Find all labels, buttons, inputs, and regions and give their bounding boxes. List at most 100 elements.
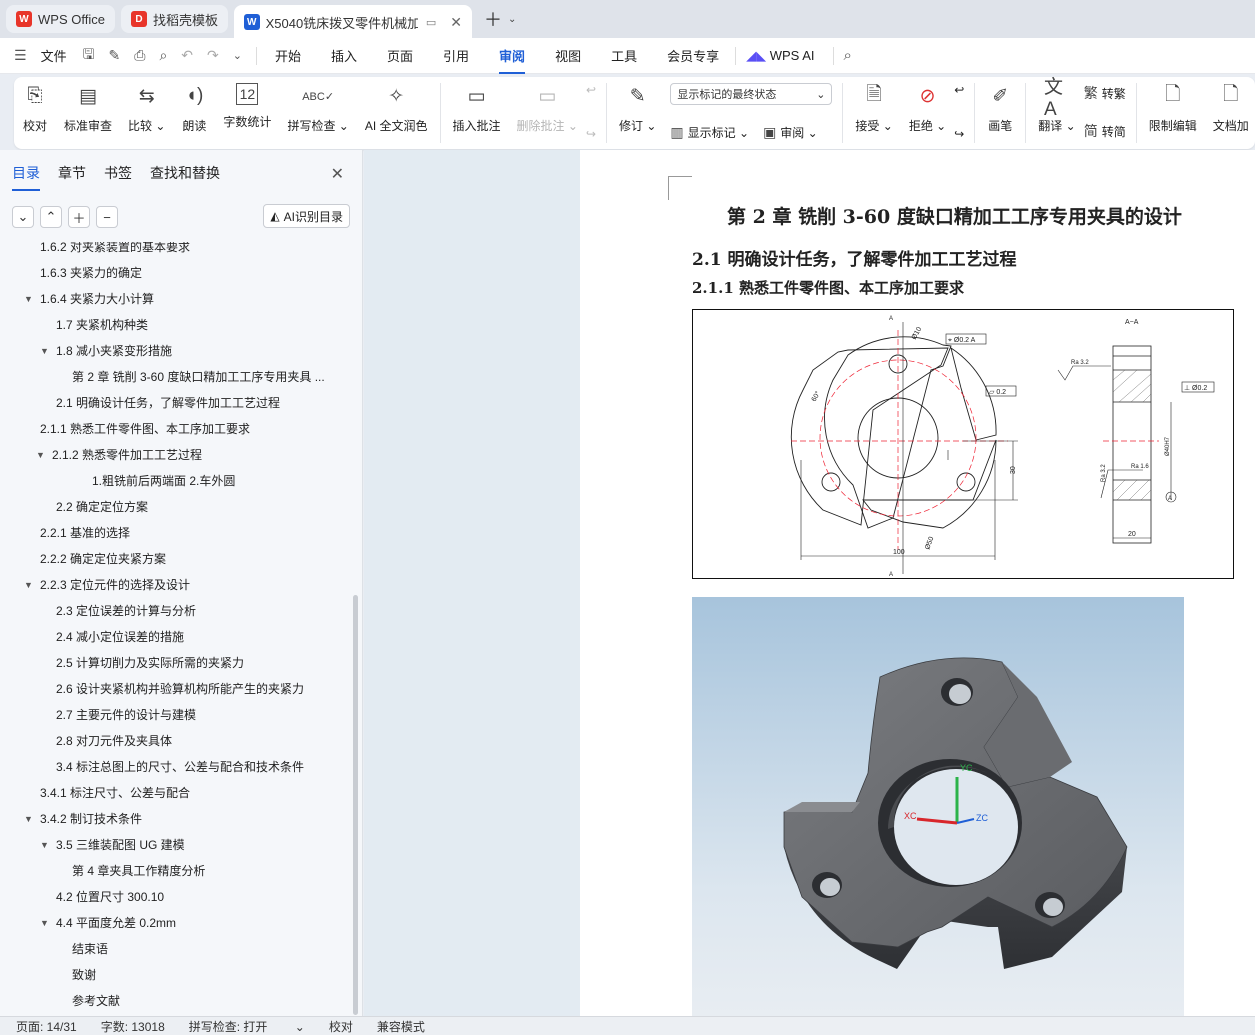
reject-button[interactable]: ⊘ 拒绝 ⌄ — [909, 83, 946, 134]
menu-insert[interactable]: 插入 — [331, 46, 357, 65]
toc-item[interactable]: 3.4.1 标注尺寸、公差与配合 — [0, 780, 352, 806]
toc-item[interactable]: 参考文献 — [0, 988, 352, 1014]
tab-bookmarks[interactable]: 书签 — [104, 163, 132, 183]
to-traditional-button[interactable]: 繁转繁 — [1084, 83, 1126, 103]
remove-heading-icon[interactable]: − — [96, 206, 118, 228]
toc-expand-arrow-icon[interactable]: ▼ — [40, 910, 49, 936]
menu-member[interactable]: 会员专享 — [667, 46, 719, 65]
toc-item[interactable]: ▼ 3.5 三维装配图 UG 建模 — [0, 832, 352, 858]
restrict-edit-button[interactable]: 🗋 限制编辑 — [1149, 83, 1197, 134]
quick-access-chevron-icon[interactable]: ⌄ — [233, 49, 242, 62]
toc-expand-arrow-icon[interactable]: ▼ — [40, 832, 49, 858]
delete-comment-button[interactable]: ▭ 删除批注 ⌄ — [517, 83, 578, 134]
toc-item[interactable]: 1.7 夹紧机构种类 — [0, 312, 352, 338]
tab-toc[interactable]: 目录 — [12, 163, 40, 191]
toc-item[interactable]: ▼ 2.1.2 熟悉零件加工工艺过程 — [0, 442, 352, 468]
toc-item[interactable]: ▼ 1.8 减小夹紧变形措施 — [0, 338, 352, 364]
toc-item[interactable]: 2.2.1 基准的选择 — [0, 520, 352, 546]
menu-review[interactable]: 审阅 — [499, 46, 526, 74]
expand-up-icon[interactable]: ⌃ — [40, 206, 62, 228]
tab-templates[interactable]: D 找稻壳模板 — [120, 5, 228, 33]
toc-item[interactable]: ▼ 3.4.2 制订技术条件 — [0, 806, 352, 832]
page-indicator[interactable]: 页面: 14/31 — [16, 1018, 77, 1035]
toc-item[interactable]: ▼ 2.2.3 定位元件的选择及设计 — [0, 572, 352, 598]
toc-item[interactable]: 2.7 主要元件的设计与建模 — [0, 702, 352, 728]
review-pane-button[interactable]: ▣ 审阅 ⌄ — [763, 124, 818, 141]
word-count-button[interactable]: 12 字数统计 — [223, 83, 271, 130]
tab-wps-office[interactable]: W WPS Office — [6, 5, 115, 33]
toc-expand-arrow-icon[interactable]: ▼ — [24, 806, 33, 832]
part-drawing[interactable]: A A Ø10 ⌖ Ø0.2 A ▱ 0.2 60° 100 30 Ø50 A−… — [692, 309, 1234, 579]
toc-expand-arrow-icon[interactable]: ▼ — [40, 338, 49, 364]
save-icon[interactable]: 🖫 — [83, 44, 95, 68]
menu-tools[interactable]: 工具 — [611, 46, 637, 65]
proofread-button[interactable]: ⎘ 校对 — [22, 83, 48, 134]
markup-state-select[interactable]: 显示标记的最终状态 ⌄ — [670, 83, 833, 105]
toc-item[interactable]: 3.4 标注总图上的尺寸、公差与配合和技术条件 — [0, 754, 352, 780]
toc-item[interactable]: 致谢 — [0, 962, 352, 988]
next-comment-icon[interactable]: ↪ — [586, 127, 596, 141]
toc-item[interactable]: 2.8 对刀元件及夹具体 — [0, 728, 352, 754]
chapter-heading[interactable]: 第 2 章 铣削 3-60 度缺口精加工工序专用夹具的设计 — [727, 202, 1182, 229]
tab-chapters[interactable]: 章节 — [58, 163, 86, 183]
previous-comment-icon[interactable]: ↩ — [586, 83, 596, 97]
toc-expand-arrow-icon[interactable]: ▼ — [36, 442, 45, 468]
menu-view[interactable]: 视图 — [555, 46, 581, 65]
part-3d-render[interactable]: YC XC ZC — [692, 597, 1184, 1016]
toc-item[interactable]: 4.2 位置尺寸 300.10 — [0, 884, 352, 910]
toc-item[interactable]: 1.粗铣前后两端面 2.车外圆 — [0, 468, 352, 494]
close-panel-icon[interactable]: ✕ — [331, 164, 344, 184]
proofread-status[interactable]: 校对 — [329, 1018, 353, 1035]
to-simplified-button[interactable]: 简转简 — [1084, 121, 1126, 141]
menu-home[interactable]: 开始 — [275, 46, 301, 65]
show-markup-button[interactable]: ▥ 显示标记 ⌄ — [670, 124, 749, 141]
document-encrypt-button[interactable]: 🗋 文档加 — [1213, 83, 1249, 134]
tab-document[interactable]: W X5040铣床拨叉零件机械加工 ▭ ✕ — [233, 5, 472, 39]
redo-icon[interactable]: ↷ — [207, 47, 219, 64]
word-count[interactable]: 字数: 13018 — [101, 1018, 165, 1035]
toc-item[interactable]: 1.6.2 对夹紧装置的基本要求 — [0, 242, 352, 260]
next-change-icon[interactable]: ↪ — [954, 127, 964, 141]
menu-file[interactable]: 文件 — [41, 46, 67, 65]
tab-list-chevron-icon[interactable]: ⌄ — [508, 14, 516, 25]
menu-wps-ai[interactable]: ◢◣ WPS AI — [746, 48, 814, 64]
toc-item[interactable]: 2.2 确定定位方案 — [0, 494, 352, 520]
pen-button[interactable]: ✐ 画笔 — [987, 83, 1013, 134]
toc-item[interactable]: 2.5 计算切削力及实际所需的夹紧力 — [0, 650, 352, 676]
undo-icon[interactable]: ↶ — [181, 47, 193, 64]
ai-polish-button[interactable]: ✧ AI 全文润色 — [365, 83, 428, 134]
format-painter-icon[interactable]: ✎ — [109, 47, 121, 64]
toc-item[interactable]: 2.1.1 熟悉工件零件图、本工序加工要求 — [0, 416, 352, 442]
print-icon[interactable]: ⎙ — [134, 47, 145, 64]
spell-check-status[interactable]: 拼写检查: 打开 ⌄ — [189, 1018, 305, 1035]
close-tab-icon[interactable]: ✕ — [450, 14, 462, 31]
toc-item[interactable]: 2.6 设计夹紧机构并验算机构所能产生的夹紧力 — [0, 676, 352, 702]
compare-button[interactable]: ⇆ 比较 ⌄ — [128, 83, 165, 134]
previous-change-icon[interactable]: ↩ — [954, 83, 964, 97]
toc-item[interactable]: ▼ 1.6.4 夹紧力大小计算 — [0, 286, 352, 312]
monitor-icon[interactable]: ▭ — [426, 16, 436, 29]
track-changes-button[interactable]: ✎ 修订 ⌄ — [619, 83, 656, 134]
toc-item[interactable]: 2.1 明确设计任务，了解零件加工工艺过程 — [0, 390, 352, 416]
read-aloud-button[interactable]: ◖) 朗读 — [181, 83, 207, 134]
add-heading-icon[interactable]: ＋ — [68, 206, 90, 228]
accept-button[interactable]: 🗎 接受 ⌄ — [855, 83, 892, 134]
toc-expand-arrow-icon[interactable]: ▼ — [24, 572, 33, 598]
hamburger-icon[interactable]: ☰ — [14, 47, 27, 64]
subsection-heading[interactable]: 2.1.1 熟悉工件零件图、本工序加工要求 — [692, 277, 964, 298]
toc-item[interactable]: ▼ 4.4 平面度允差 0.2mm — [0, 910, 352, 936]
toc-item[interactable]: 第 2 章 铣削 3-60 度缺口精加工工序专用夹具 ... — [0, 364, 352, 390]
toc-expand-arrow-icon[interactable]: ▼ — [24, 286, 33, 312]
new-tab-icon[interactable]: ＋ — [484, 6, 502, 32]
toc-item[interactable]: 1.6.3 夹紧力的确定 — [0, 260, 352, 286]
menu-references[interactable]: 引用 — [443, 46, 469, 65]
tab-find-replace[interactable]: 查找和替换 — [150, 163, 220, 183]
toc-item[interactable]: 2.2.2 确定定位夹紧方案 — [0, 546, 352, 572]
toc-item[interactable]: 第 4 章夹具工作精度分析 — [0, 858, 352, 884]
toc-item[interactable]: 2.4 减小定位误差的措施 — [0, 624, 352, 650]
collapse-icon[interactable]: ⌄ — [12, 206, 34, 228]
standard-review-button[interactable]: ▤ 标准审查 — [64, 83, 112, 134]
menu-page[interactable]: 页面 — [387, 46, 413, 65]
print-preview-icon[interactable]: ⌕ — [159, 47, 167, 64]
ai-toc-button[interactable]: ◭ AI识别目录 — [263, 204, 350, 228]
